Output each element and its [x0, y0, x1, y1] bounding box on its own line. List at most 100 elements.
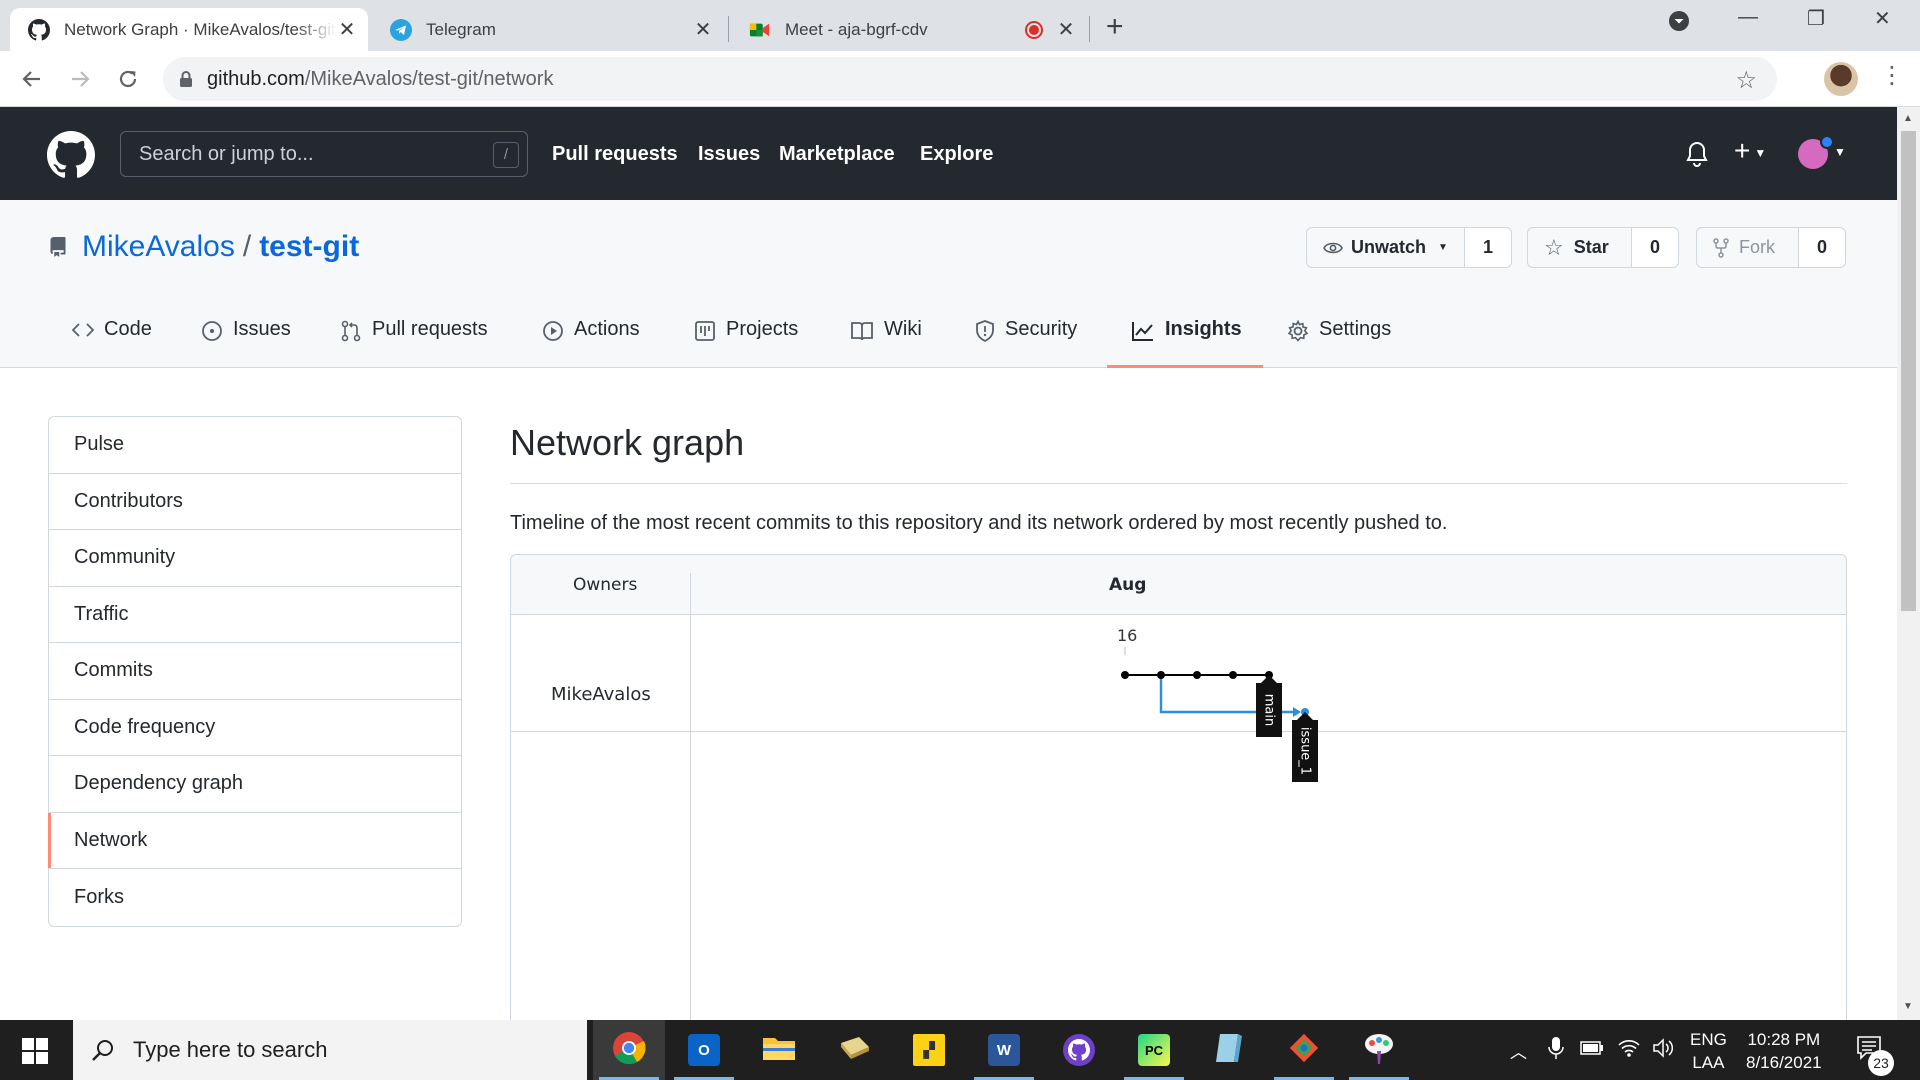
tab-search-icon[interactable] — [1668, 10, 1690, 38]
tab-label: Security — [1005, 318, 1078, 340]
restore-icon[interactable]: ❐ — [1807, 6, 1825, 31]
sidebar-item-forks[interactable]: Forks — [49, 869, 461, 926]
eye-icon — [1323, 240, 1343, 256]
taskbar-app-chrome[interactable] — [593, 1020, 665, 1080]
taskbar-app-paint[interactable] — [1343, 1020, 1415, 1080]
wifi-icon[interactable] — [1618, 1038, 1640, 1063]
repo-owner-link[interactable]: MikeAvalos — [82, 230, 235, 264]
commit-dot — [1157, 671, 1165, 679]
tab-meet[interactable]: Meet - aja-bgrf-cdv ✕ — [731, 8, 1087, 51]
network-graph[interactable]: Owners Aug MikeAvalos 16 main issue_1 — [510, 554, 1847, 1034]
close-window-icon[interactable]: ✕ — [1874, 6, 1891, 31]
taskbar-app-generic[interactable] — [1193, 1020, 1265, 1080]
watch-count[interactable]: 1 — [1465, 228, 1511, 267]
commit-dot — [1229, 671, 1237, 679]
taskbar-app-notes[interactable] — [818, 1020, 890, 1080]
taskbar-app-outlook[interactable]: O — [668, 1020, 740, 1080]
taskbar-app-sticky-notes[interactable]: ▞ — [893, 1020, 965, 1080]
address-bar[interactable]: github.com/MikeAvalos/test-git/network ☆ — [163, 57, 1777, 101]
taskbar-app-word[interactable]: W — [968, 1020, 1040, 1080]
battery-icon[interactable] — [1580, 1040, 1604, 1061]
tab-settings[interactable]: Settings — [1287, 318, 1391, 368]
lock-icon[interactable] — [179, 70, 193, 88]
graph-canvas[interactable]: main issue_1 — [511, 555, 1848, 1035]
sidebar-item-contributors[interactable]: Contributors — [49, 474, 461, 530]
unwatch-button[interactable]: Unwatch ▼ — [1307, 228, 1465, 267]
tab-telegram[interactable]: Telegram ✕ — [372, 8, 724, 51]
forward-icon[interactable] — [62, 61, 98, 97]
tab-label: Issues — [233, 318, 291, 340]
windows-start-icon[interactable] — [22, 1038, 48, 1069]
sidebar-item-code-frequency[interactable]: Code frequency — [49, 700, 461, 756]
recording-icon — [1025, 20, 1043, 39]
repo-separator: / — [242, 230, 252, 263]
repo-header: MikeAvalos / test-git Unwatch ▼ 1 ☆ Star… — [0, 200, 1897, 368]
page-scrollbar[interactable]: ▲ ▼ — [1897, 107, 1920, 1020]
bookmark-star-icon[interactable]: ☆ — [1735, 66, 1757, 95]
scroll-up-icon[interactable]: ▲ — [1903, 113, 1913, 124]
tab-issues[interactable]: Issues — [201, 318, 291, 368]
chrome-profile-avatar[interactable] — [1824, 62, 1858, 96]
chevron-down-icon[interactable]: ▼ — [1834, 145, 1846, 159]
input-language-indicator[interactable]: ENG LAA — [1690, 1028, 1727, 1074]
sidebar-item-network[interactable]: Network — [48, 812, 461, 869]
browser-toolbar: github.com/MikeAvalos/test-git/network ☆… — [0, 51, 1920, 107]
microphone-icon[interactable] — [1548, 1036, 1564, 1065]
taskbar-app-pycharm[interactable]: PC — [1118, 1020, 1190, 1080]
tab-projects[interactable]: Projects — [694, 318, 798, 368]
sidebar-item-pulse[interactable]: Pulse — [49, 417, 461, 474]
close-tab-icon[interactable]: ✕ — [692, 17, 714, 42]
github-search-input[interactable]: Search or jump to... / — [120, 131, 528, 177]
close-tab-icon[interactable]: ✕ — [1055, 17, 1077, 42]
sidebar-item-traffic[interactable]: Traffic — [49, 587, 461, 643]
tab-pull-requests[interactable]: Pull requests — [340, 318, 488, 368]
fork-count[interactable]: 0 — [1799, 228, 1845, 267]
fork-button[interactable]: Fork — [1697, 228, 1799, 267]
unwatch-label: Unwatch — [1351, 237, 1427, 257]
page-description: Timeline of the most recent commits to t… — [510, 512, 1448, 534]
taskbar-app-file-explorer[interactable] — [743, 1020, 815, 1080]
star-button[interactable]: ☆ Star — [1528, 228, 1632, 267]
scrollbar-thumb[interactable] — [1901, 131, 1916, 611]
github-desktop-icon — [1063, 1034, 1095, 1066]
create-new-plus-icon[interactable]: + ▼ — [1734, 135, 1766, 167]
system-clock[interactable]: 10:28 PM 8/16/2021 — [1746, 1028, 1822, 1074]
new-tab-button[interactable]: + — [1106, 10, 1124, 44]
tab-title: Network Graph · MikeAvalos/test-git — [64, 19, 336, 39]
star-count[interactable]: 0 — [1632, 228, 1678, 267]
sidebar-item-community[interactable]: Community — [49, 530, 461, 587]
minimize-icon[interactable]: — — [1738, 6, 1758, 29]
tab-security[interactable]: Security — [975, 318, 1077, 368]
repo-name-link[interactable]: test-git — [259, 230, 359, 264]
nav-issues[interactable]: Issues — [698, 143, 760, 166]
taskbar-app-git[interactable] — [1268, 1020, 1340, 1080]
volume-icon[interactable] — [1652, 1038, 1676, 1063]
tray-overflow-chevron-icon[interactable]: ︿ — [1510, 1038, 1527, 1063]
tab-code[interactable]: Code — [72, 318, 152, 368]
nav-marketplace[interactable]: Marketplace — [779, 143, 895, 166]
reload-icon[interactable] — [110, 61, 146, 97]
github-logo-icon[interactable] — [47, 131, 95, 184]
search-shortcut-key: / — [493, 142, 519, 168]
tab-label: Actions — [574, 318, 640, 340]
notifications-bell-icon[interactable] — [1685, 141, 1709, 173]
issue-opened-icon — [201, 320, 223, 342]
close-tab-icon[interactable]: ✕ — [336, 17, 358, 42]
sidebar-item-dependency-graph[interactable]: Dependency graph — [49, 756, 461, 813]
back-icon[interactable] — [14, 61, 50, 97]
chrome-menu-icon[interactable]: ⋮ — [1880, 61, 1904, 90]
notification-count-badge: 23 — [1868, 1050, 1894, 1076]
sidebar-item-commits[interactable]: Commits — [49, 643, 461, 700]
tab-wiki[interactable]: Wiki — [850, 318, 922, 368]
tab-actions[interactable]: Actions — [542, 318, 640, 368]
repo-title: MikeAvalos / test-git — [48, 230, 359, 264]
taskbar-app-github-desktop[interactable] — [1043, 1020, 1115, 1080]
tab-network-graph[interactable]: Network Graph · MikeAvalos/test-git ✕ — [10, 8, 368, 51]
nav-pull-requests[interactable]: Pull requests — [552, 143, 678, 166]
scroll-down-icon[interactable]: ▼ — [1903, 1001, 1913, 1012]
taskbar-search-input[interactable]: Type here to search — [73, 1020, 587, 1080]
nav-explore[interactable]: Explore — [920, 143, 993, 166]
tab-insights[interactable]: Insights — [1107, 318, 1263, 368]
title-divider — [510, 483, 1847, 484]
status-dot — [1820, 135, 1834, 149]
